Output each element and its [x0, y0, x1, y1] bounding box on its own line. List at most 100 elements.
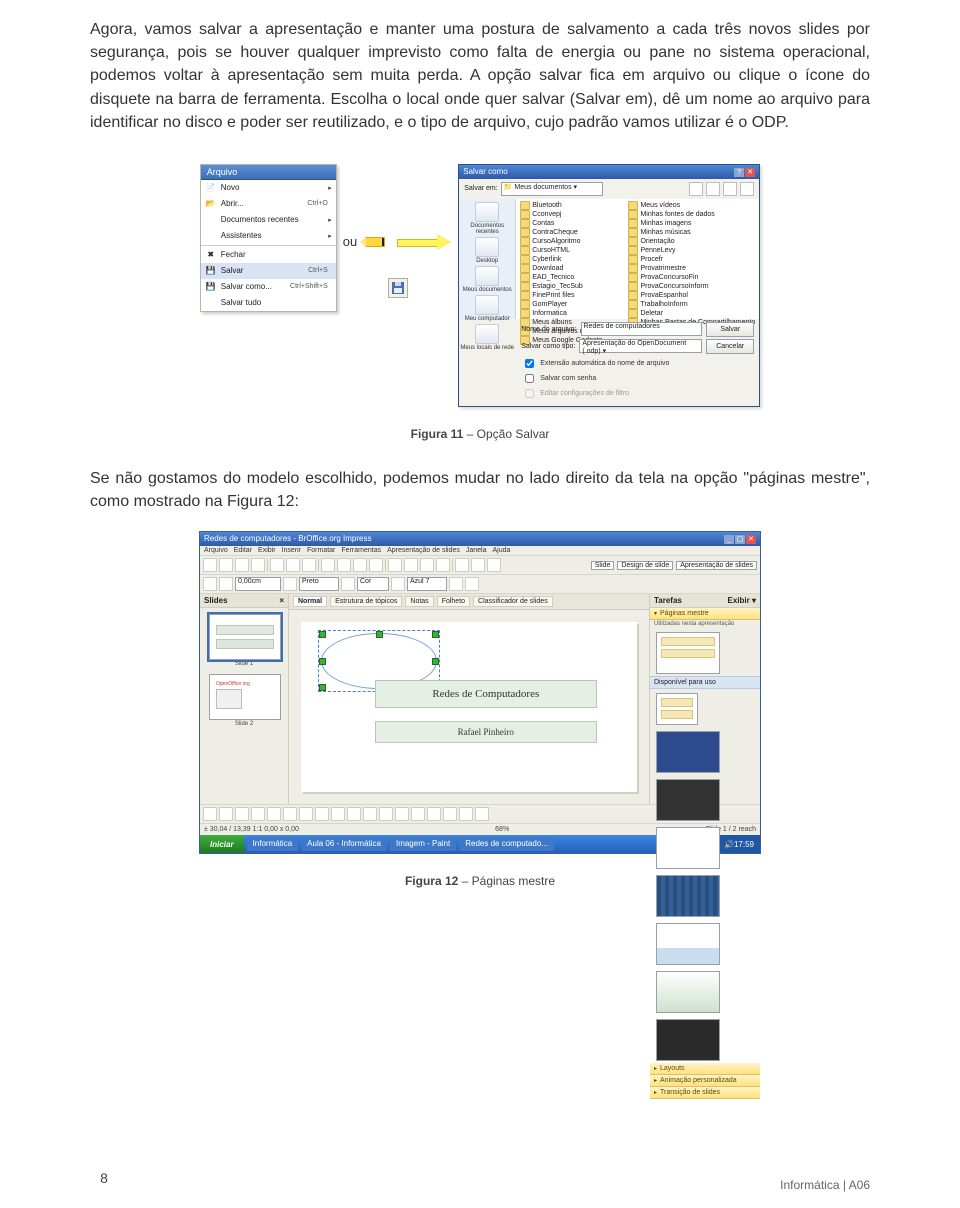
folder-item[interactable]: Download — [520, 264, 622, 273]
view-tab[interactable]: Classificador de slides — [473, 596, 553, 607]
folder-item[interactable]: Cyberlink — [520, 255, 622, 264]
folder-item[interactable]: ProvaConcursoInform — [628, 282, 755, 291]
up-icon[interactable] — [706, 182, 720, 196]
section-layouts[interactable]: ▸Layouts — [650, 1063, 760, 1075]
section-transition[interactable]: ▸Transição de slides — [650, 1087, 760, 1099]
master-thumb[interactable] — [656, 1019, 720, 1061]
folder-item[interactable]: Informatica — [520, 309, 622, 318]
folder-item[interactable]: PenneLevy — [628, 246, 755, 255]
folder-item[interactable]: FinePrint files — [520, 291, 622, 300]
taskbar-item[interactable]: Informática — [247, 837, 299, 851]
places-item[interactable]: Meu computador — [465, 295, 510, 322]
folder-item[interactable]: Cconvepj — [520, 210, 622, 219]
menu[interactable]: Exibir — [258, 547, 276, 554]
master-thumb[interactable] — [656, 827, 720, 869]
newfolder-icon[interactable] — [723, 182, 737, 196]
menu-item[interactable]: Salvar tudo — [201, 295, 336, 311]
menu-item[interactable]: 📂Abrir...Ctrl+O — [201, 196, 336, 212]
filename-input[interactable]: Redes de computadores — [581, 322, 703, 336]
menu[interactable]: Janela — [466, 547, 487, 554]
folder-item[interactable]: Minhas imagens — [628, 219, 755, 228]
folder-item[interactable]: Minhas músicas — [628, 228, 755, 237]
window-buttons[interactable]: ?✕ — [733, 167, 755, 177]
slide-canvas[interactable]: Redes de Computadores Rafael Pinheiro — [289, 610, 649, 804]
impress-window-buttons[interactable]: _▢✕ — [723, 534, 756, 544]
folder-item[interactable]: Bluetooth — [520, 201, 622, 210]
start-button[interactable]: Iniciar — [200, 835, 244, 853]
menu-item[interactable]: Assistentes▸ — [201, 228, 336, 244]
view-tabs[interactable]: NormalEstrutura de tópicosNotas FolhetoCl… — [289, 594, 649, 610]
menu[interactable]: Ferramentas — [341, 547, 381, 554]
places-item[interactable]: Documentos recentes — [459, 202, 515, 235]
menu[interactable]: Inserir — [282, 547, 301, 554]
folder-item[interactable]: Procefr — [628, 255, 755, 264]
menu[interactable]: Formatar — [307, 547, 335, 554]
slide-title-box[interactable]: Redes de Computadores — [375, 680, 597, 708]
folder-item[interactable]: ContraCheque — [520, 228, 622, 237]
taskbar-item[interactable]: Aula 06 - Informática — [301, 837, 387, 851]
slide-thumb-1[interactable]: Slide 1 — [209, 614, 279, 668]
places-item[interactable]: Desktop — [475, 237, 499, 264]
section-master-pages[interactable]: ▾Páginas mestre — [650, 608, 760, 620]
folder-item[interactable]: Provatrimestre — [628, 264, 755, 273]
folder-item[interactable]: Meus vídeos — [628, 201, 755, 210]
pwd-checkbox[interactable] — [525, 374, 534, 383]
master-thumb[interactable] — [656, 875, 720, 917]
view-tab[interactable]: Folheto — [437, 596, 470, 607]
slide-subtitle-box[interactable]: Rafael Pinheiro — [375, 721, 597, 743]
folder-item[interactable]: ProvaEspanhol — [628, 291, 755, 300]
menu-item[interactable]: 💾SalvarCtrl+S — [201, 263, 336, 279]
menu-item[interactable]: 📄Novo▸ — [201, 180, 336, 196]
impress-toolbar-1[interactable]: SlideDesign de slideApresentação de slid… — [200, 556, 760, 575]
views-icon[interactable] — [740, 182, 754, 196]
folder-item[interactable]: CursoHTML — [520, 246, 622, 255]
back-icon[interactable] — [689, 182, 703, 196]
master-thumb[interactable] — [656, 693, 698, 725]
folder-item[interactable]: Estagio_TecSub — [520, 282, 622, 291]
master-thumb[interactable] — [656, 731, 720, 773]
folder-item[interactable]: GomPlayer — [520, 300, 622, 309]
toolbar-command[interactable]: Apresentação de slides — [676, 561, 757, 570]
file-menu[interactable]: Arquivo 📄Novo▸📂Abrir...Ctrl+ODocumentos … — [200, 164, 337, 312]
save-in-dropdown[interactable]: 📁 Meus documentos ▾ — [501, 182, 603, 196]
menu-item[interactable]: 💾Salvar como...Ctrl+Shift+S — [201, 279, 336, 295]
type-dropdown[interactable]: Apresentação do OpenDocument (.odp) ▾ — [579, 339, 702, 353]
places-item[interactable]: Meus documentos — [463, 266, 512, 293]
menu-item[interactable]: Documentos recentes▸ — [201, 212, 336, 228]
places-item[interactable]: Meus locais de rede — [460, 324, 514, 351]
master-thumb[interactable] — [656, 923, 720, 965]
toolbar-command[interactable]: Slide — [591, 561, 615, 570]
master-thumb[interactable] — [656, 632, 720, 674]
master-thumb[interactable] — [656, 971, 720, 1013]
menu[interactable]: Arquivo — [204, 547, 228, 554]
save-floppy-icon[interactable] — [388, 278, 408, 298]
section-animation[interactable]: ▸Animação personalizada — [650, 1075, 760, 1087]
master-thumb[interactable] — [656, 779, 720, 821]
folder-item[interactable]: CursoAlgoritmo — [520, 237, 622, 246]
cancel-button[interactable]: Cancelar — [706, 339, 754, 354]
folder-item[interactable]: Minhas fontes de dados — [628, 210, 755, 219]
folder-item[interactable]: Contas — [520, 219, 622, 228]
impress-menubar[interactable]: Arquivo Editar Exibir Inserir Formatar Ferram… — [200, 546, 760, 556]
menu[interactable]: Ajuda — [493, 547, 511, 554]
toolbar-command[interactable]: Design de slide — [617, 561, 673, 570]
save-in-label: Salvar em: — [464, 185, 497, 192]
slide-thumb-2[interactable]: OpenOffice.org Slide 2 — [209, 674, 279, 728]
system-tray[interactable]: 🔊 17:59 — [718, 835, 760, 853]
menu-item[interactable]: ✖Fechar — [201, 247, 336, 263]
folder-item[interactable]: EAD_Tecnico — [520, 273, 622, 282]
view-tab[interactable]: Normal — [293, 596, 327, 607]
folder-item[interactable]: ProvaConcursoFin — [628, 273, 755, 282]
folder-item[interactable]: TrabalhoInform — [628, 300, 755, 309]
taskbar-item[interactable]: Redes de computado... — [459, 837, 554, 851]
menu[interactable]: Editar — [234, 547, 252, 554]
view-tab[interactable]: Notas — [405, 596, 433, 607]
auto-ext-checkbox[interactable] — [525, 359, 534, 368]
taskbar-item[interactable]: Imagem - Paint — [390, 837, 456, 851]
impress-toolbar-2[interactable]: 0,00cm Preto Cor Azul 7 — [200, 575, 760, 594]
save-button[interactable]: Salvar — [706, 322, 754, 337]
menu[interactable]: Apresentação de slides — [387, 547, 460, 554]
folder-item[interactable]: Deletar — [628, 309, 755, 318]
folder-item[interactable]: Orientação — [628, 237, 755, 246]
view-tab[interactable]: Estrutura de tópicos — [330, 596, 402, 607]
